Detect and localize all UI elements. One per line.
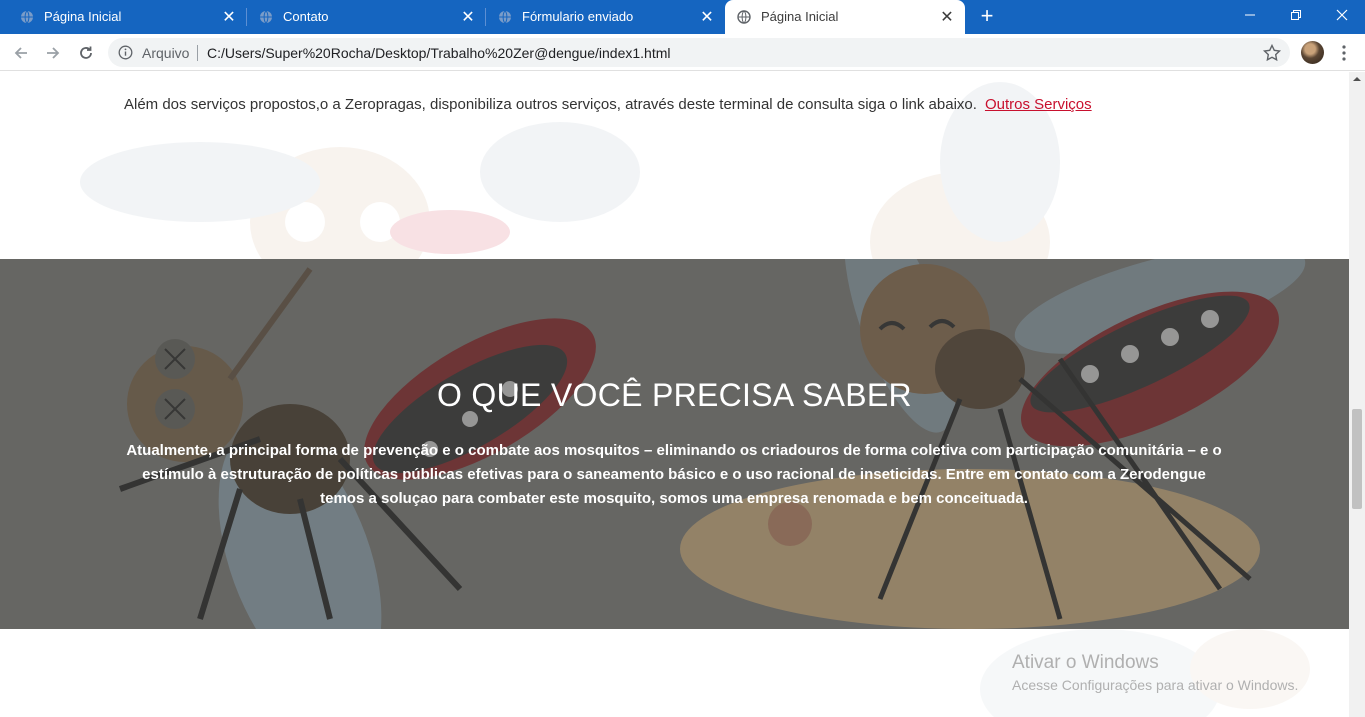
intro-text: Além dos serviços propostos,o a Zeroprag… (124, 96, 977, 113)
menu-icon[interactable] (1336, 43, 1352, 63)
tab-title: Fórmulario enviado (522, 9, 634, 24)
outros-servicos-link[interactable]: Outros Serviços (985, 96, 1092, 113)
reload-button[interactable] (75, 42, 97, 64)
close-icon[interactable]: ✕ (458, 7, 478, 27)
minimize-button[interactable] (1227, 0, 1273, 30)
globe-icon (260, 10, 272, 24)
omnibox-divider (197, 45, 198, 61)
close-icon (1336, 9, 1348, 21)
restore-button[interactable] (1273, 0, 1319, 30)
tab-contato[interactable]: Contato ✕ (247, 0, 486, 34)
scroll-up-arrow[interactable] (1349, 72, 1365, 86)
new-tab-button[interactable]: + (975, 5, 999, 29)
intro-paragraph: Além dos serviços propostos,o a Zeroprag… (124, 96, 1092, 113)
tab-pagina-inicial-active[interactable]: Página Inicial ✕ (725, 0, 965, 34)
back-icon (14, 47, 27, 59)
scrollbar-thumb[interactable] (1352, 409, 1362, 509)
reload-icon (80, 46, 92, 59)
info-hero-section: O QUE VOCÊ PRECISA SABER Atualmente, a p… (0, 259, 1349, 629)
hero-body: Atualmente, a principal forma de prevenç… (126, 442, 1222, 507)
restore-icon (1291, 10, 1301, 20)
vertical-scrollbar[interactable] (1349, 72, 1365, 717)
tab-formulario-enviado[interactable]: Fórmulario enviado ✕ (486, 0, 725, 34)
browser-toolbar: Arquivo C:/Users/Super%20Rocha/Desktop/T… (0, 34, 1365, 71)
forward-button[interactable] (42, 42, 64, 64)
globe-icon (21, 10, 33, 24)
forward-icon (47, 47, 60, 59)
scheme-label: Arquivo (142, 45, 190, 61)
profile-avatar[interactable] (1301, 41, 1324, 64)
info-icon[interactable] (118, 45, 133, 60)
chevron-up-icon (1353, 77, 1361, 81)
close-icon[interactable]: ✕ (937, 7, 957, 27)
tab-pagina-inicial-1[interactable]: Página Inicial ✕ (0, 0, 247, 34)
close-icon[interactable]: ✕ (219, 7, 239, 27)
url-text[interactable]: C:/Users/Super%20Rocha/Desktop/Trabalho%… (207, 45, 671, 61)
globe-icon (737, 10, 751, 24)
close-icon[interactable]: ✕ (697, 7, 717, 27)
windows-activation-title: Ativar o Windows (1012, 652, 1159, 673)
star-icon[interactable] (1262, 43, 1282, 63)
minimize-icon (1245, 14, 1255, 16)
page-viewport: Além dos serviços propostos,o a Zeroprag… (0, 72, 1349, 717)
address-bar[interactable]: Arquivo C:/Users/Super%20Rocha/Desktop/T… (108, 38, 1290, 67)
windows-activation-subtitle: Acesse Configurações para ativar o Windo… (1012, 677, 1299, 693)
tab-title: Página Inicial (44, 9, 122, 24)
tab-title: Contato (283, 9, 329, 24)
globe-icon (499, 10, 511, 24)
tab-title: Página Inicial (761, 9, 839, 24)
back-button[interactable] (10, 42, 32, 64)
close-window-button[interactable] (1319, 0, 1365, 30)
hero-title: O QUE VOCÊ PRECISA SABER (437, 377, 912, 413)
tab-strip: Página Inicial ✕ Contato ✕ Fórmulario en… (0, 0, 1365, 34)
